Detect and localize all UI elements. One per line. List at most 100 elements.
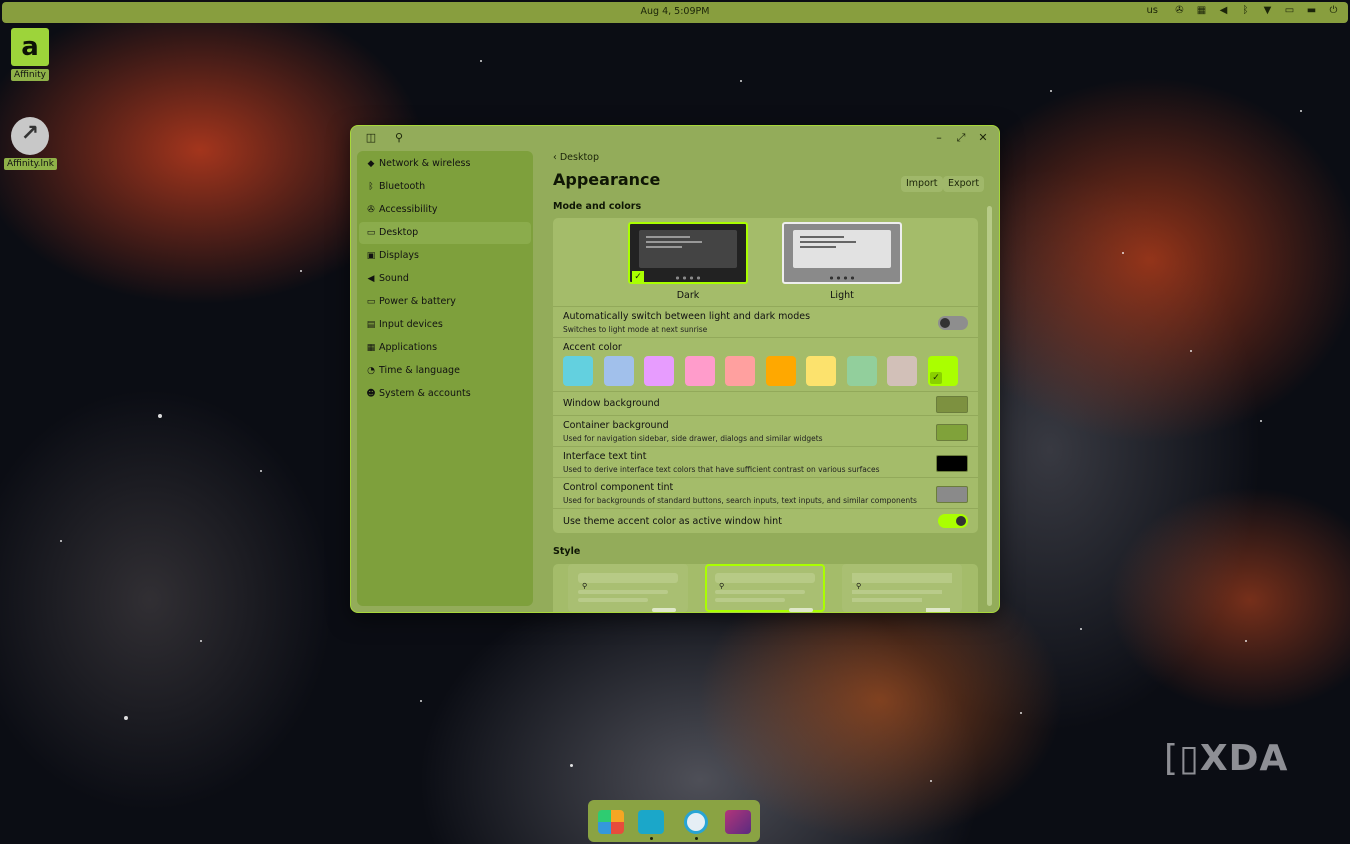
- maximize-icon[interactable]: ⤢: [953, 130, 969, 146]
- desktop-icon-label: Affinity.lnk: [4, 158, 57, 170]
- control-tint-subtitle: Used for backgrounds of standard buttons…: [563, 496, 917, 505]
- style-option-slightly-round[interactable]: ⚲: [705, 564, 825, 612]
- search-icon: ⚲: [582, 582, 588, 590]
- container-background-title: Container background: [563, 420, 669, 431]
- running-indicator: [695, 837, 698, 840]
- accent-swatch-yellow[interactable]: [806, 356, 836, 386]
- accessibility-icon[interactable]: ✇: [1173, 5, 1186, 16]
- mode-label-dark: Dark: [676, 290, 700, 301]
- sidebar-item-bluetooth[interactable]: ᛒ Bluetooth: [359, 176, 531, 198]
- files-icon[interactable]: [638, 810, 664, 834]
- xda-logo-icon: [▯: [1164, 738, 1200, 779]
- accent-swatch-pink[interactable]: [685, 356, 715, 386]
- export-button[interactable]: Export: [943, 176, 985, 192]
- mode-colors-card: ✓ Dark Light Automatically switch betwee…: [553, 218, 978, 533]
- import-button[interactable]: Import: [901, 176, 943, 192]
- window-background-row[interactable]: Window background: [553, 391, 978, 416]
- sidebar-item-sound[interactable]: ◀ Sound: [359, 268, 531, 290]
- displays-icon: ▣: [366, 251, 376, 261]
- style-option-round[interactable]: ⚲: [568, 564, 688, 612]
- container-background-subtitle: Used for navigation sidebar, side drawer…: [563, 434, 823, 443]
- auto-switch-toggle[interactable]: [938, 316, 968, 330]
- scrollbar[interactable]: [987, 206, 992, 606]
- text-tint-row[interactable]: Interface text tint Used to derive inter…: [553, 446, 978, 478]
- search-icon: ⚲: [856, 582, 862, 590]
- sound-icon: ◀: [367, 274, 375, 284]
- network-icon: ◆: [367, 159, 375, 169]
- window-background-swatch[interactable]: [936, 396, 968, 413]
- sidebar-item-displays[interactable]: ▣ Displays: [359, 245, 531, 267]
- desktop-icon: ▭: [366, 228, 376, 238]
- power-icon[interactable]: ⏻: [1327, 5, 1340, 16]
- accent-swatch-beige[interactable]: [887, 356, 917, 386]
- container-background-row[interactable]: Container background Used for navigation…: [553, 415, 978, 447]
- style-card: ⚲ ⚲ ⚲: [553, 564, 978, 612]
- sidebar-item-system-accounts[interactable]: ☻ System & accounts: [359, 383, 531, 405]
- volume-icon[interactable]: ◀: [1217, 5, 1230, 16]
- accent-swatch-red[interactable]: [725, 356, 755, 386]
- system-tray: us ✇ ▦ ◀ ᛒ ▼ ▭ ▬ ⏻: [1146, 5, 1340, 16]
- desktop-icon-affinity-lnk[interactable]: ↗ Affinity.lnk: [4, 117, 57, 170]
- launcher-icon[interactable]: [598, 810, 624, 834]
- accent-swatch-blue[interactable]: [604, 356, 634, 386]
- search-icon[interactable]: ⚲: [391, 130, 407, 146]
- accent-hint-row[interactable]: Use theme accent color as active window …: [553, 508, 978, 534]
- apps-icon: ▦: [366, 343, 376, 353]
- sidebar-item-time-language[interactable]: ◔ Time & language: [359, 360, 531, 382]
- minimize-icon[interactable]: –: [931, 130, 947, 146]
- control-tint-swatch[interactable]: [936, 486, 968, 503]
- bluetooth-icon[interactable]: ᛒ: [1239, 5, 1252, 16]
- accent-color-row: Accent color ✓: [553, 337, 978, 392]
- network-icon[interactable]: ▦: [1195, 5, 1208, 16]
- store-icon[interactable]: [684, 810, 708, 834]
- auto-switch-row[interactable]: Automatically switch between light and d…: [553, 306, 978, 338]
- accent-color-title: Accent color: [563, 342, 622, 353]
- users-icon: ☻: [366, 389, 376, 399]
- dark-mode-option[interactable]: ✓: [628, 222, 748, 284]
- shortcut-arrow-icon: ↗: [11, 117, 49, 155]
- accent-swatch-green[interactable]: [847, 356, 877, 386]
- text-tint-title: Interface text tint: [563, 451, 647, 462]
- notifications-icon[interactable]: ▬: [1305, 5, 1318, 16]
- sidebar-item-network[interactable]: ◆ Network & wireless: [359, 153, 531, 175]
- top-panel: Aug 4, 5:09PM us ✇ ▦ ◀ ᛒ ▼ ▭ ▬ ⏻: [2, 2, 1348, 23]
- close-icon[interactable]: ✕: [975, 130, 991, 146]
- accent-swatch-cyan[interactable]: [563, 356, 593, 386]
- battery-icon[interactable]: ▭: [1283, 5, 1296, 16]
- style-option-square[interactable]: ⚲: [842, 564, 962, 612]
- text-tint-swatch[interactable]: [936, 455, 968, 472]
- sidebar-item-input-devices[interactable]: ▤ Input devices: [359, 314, 531, 336]
- sidebar-item-power[interactable]: ▭ Power & battery: [359, 291, 531, 313]
- back-link[interactable]: ‹ Desktop: [553, 152, 599, 163]
- desktop-icon-label: Affinity: [11, 69, 49, 81]
- settings-window: ◫ ⚲ – ⤢ ✕ ◆ Network & wireless ᛒ Bluetooth…: [350, 125, 1000, 613]
- keyboard-layout[interactable]: us: [1146, 5, 1158, 16]
- accent-hint-toggle[interactable]: [938, 514, 968, 528]
- sidebar-item-accessibility[interactable]: ✇ Accessibility: [359, 199, 531, 221]
- sidebar-toggle-icon[interactable]: ◫: [363, 130, 379, 146]
- auto-switch-title: Automatically switch between light and d…: [563, 311, 811, 322]
- desktop-icon-affinity[interactable]: a Affinity: [8, 28, 52, 81]
- wifi-icon[interactable]: ▼: [1261, 5, 1274, 16]
- window-background-title: Window background: [563, 398, 660, 409]
- accessibility-icon: ✇: [367, 205, 375, 215]
- search-icon: ⚲: [719, 582, 725, 590]
- sidebar-item-desktop[interactable]: ▭ Desktop: [359, 222, 531, 244]
- window-header[interactable]: ◫ ⚲ – ⤢ ✕: [351, 126, 999, 150]
- affinity-app-icon: a: [11, 28, 49, 66]
- check-icon: ✓: [930, 372, 942, 384]
- light-mode-option[interactable]: [782, 222, 902, 284]
- time-icon: ◔: [367, 366, 375, 376]
- accent-swatch-orange[interactable]: [766, 356, 796, 386]
- dock: [588, 800, 760, 842]
- battery-icon: ▭: [366, 297, 376, 307]
- terminal-icon[interactable]: [725, 810, 751, 834]
- accent-swatch-purple[interactable]: [644, 356, 674, 386]
- control-tint-row[interactable]: Control component tint Used for backgrou…: [553, 477, 978, 509]
- sidebar-item-applications[interactable]: ▦ Applications: [359, 337, 531, 359]
- chevron-left-icon: ‹: [553, 152, 560, 163]
- container-background-swatch[interactable]: [936, 424, 968, 441]
- accent-swatch-lime[interactable]: ✓: [928, 356, 958, 386]
- running-indicator: [650, 837, 653, 840]
- keyboard-icon: ▤: [366, 320, 376, 330]
